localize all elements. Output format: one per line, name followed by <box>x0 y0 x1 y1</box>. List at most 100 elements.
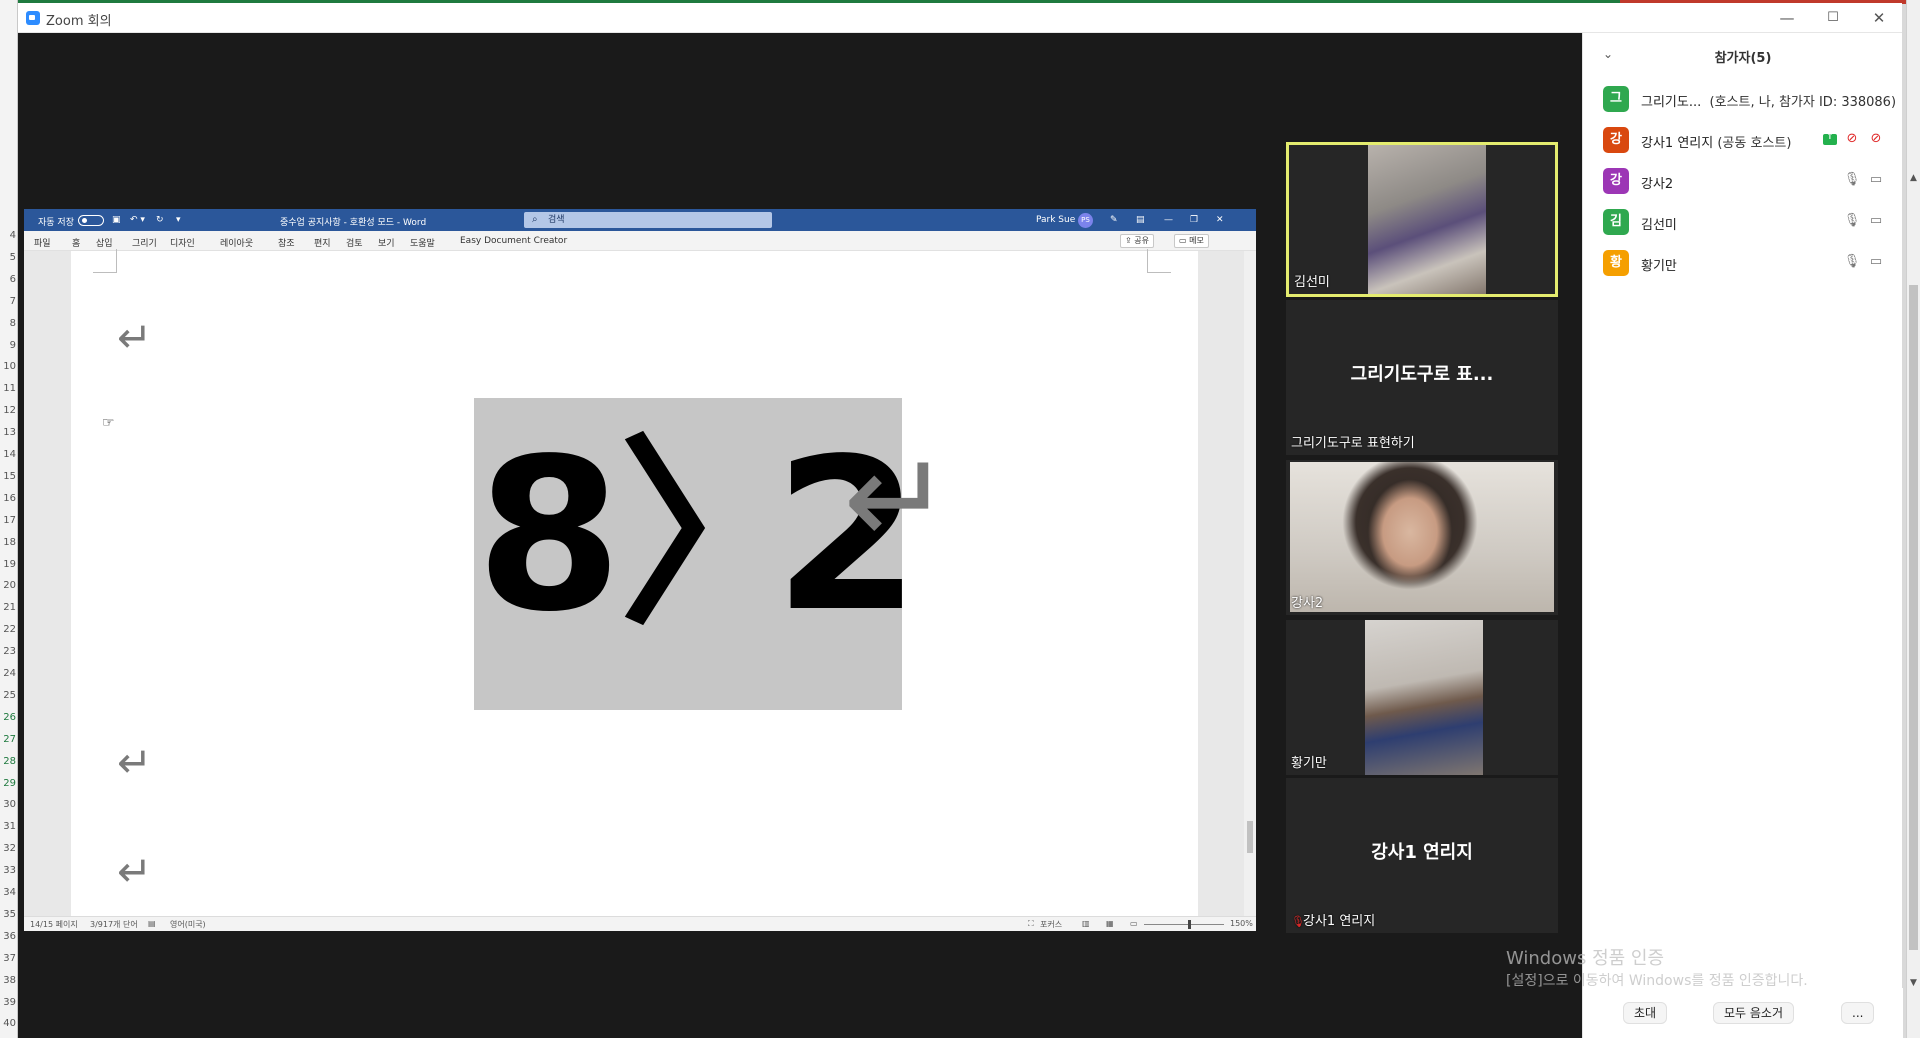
video-tile-instructor1[interactable]: 강사1 연리지 🎙강사1 연리지 <box>1286 778 1558 933</box>
share-label: 공유 <box>1134 236 1149 245</box>
word-minimize-icon[interactable]: — <box>1164 215 1173 225</box>
video-tile-kimseonmi[interactable]: 김선미 <box>1286 142 1558 297</box>
word-scroll-thumb[interactable] <box>1247 821 1253 853</box>
mute-all-button[interactable]: 모두 음소거 <box>1713 1002 1795 1024</box>
participant-avatar: 강 <box>1603 127 1629 153</box>
video-camera-icon[interactable]: ▭ <box>1867 213 1885 228</box>
comment-icon: ▭ <box>1179 236 1190 245</box>
video-tile-host[interactable]: 그리기도구로 표... 그리기도구로 표현하기 <box>1286 300 1558 455</box>
zoom-level[interactable]: 150% <box>1230 919 1253 928</box>
document-page[interactable]: ↵ 8 〉 2 ↵ ↵ ↵ <box>71 249 1198 916</box>
ribbon-tab[interactable]: 검토 <box>346 236 363 249</box>
word-status-bar: 14/15 페이지 3/917개 단어 ▤ 영어(미국) ⛶ 포커스 ▥ ▦ ▭… <box>24 916 1256 931</box>
zoom-slider[interactable] <box>1144 920 1224 929</box>
margin-corner-mark <box>93 249 117 273</box>
share-icon: ⇪ <box>1125 236 1135 245</box>
row-number: 29 <box>3 777 16 789</box>
focus-label[interactable]: 포커스 <box>1040 919 1062 930</box>
ribbon-tab[interactable]: Easy Document Creator <box>460 236 567 246</box>
tile-name: 그리기도구로 표현하기 <box>1291 436 1415 451</box>
tile-center-name: 그리기도구로 표... <box>1350 364 1494 385</box>
maximize-button[interactable]: ☐ <box>1810 3 1856 33</box>
mic-muted-icon: 🎙 <box>1291 915 1305 928</box>
language-indicator[interactable]: 영어(미국) <box>170 919 206 930</box>
video-camera-icon[interactable]: ▭ <box>1867 254 1885 269</box>
web-layout-icon[interactable]: ▭ <box>1130 919 1138 928</box>
user-avatar[interactable]: PS <box>1078 213 1093 228</box>
ribbon-tab[interactable]: 참조 <box>278 236 295 249</box>
tile-name: 김선미 <box>1294 275 1330 290</box>
video-tile-hwanggiman[interactable]: 황기만 <box>1286 620 1558 775</box>
participant-avatar: 강 <box>1603 168 1629 194</box>
minimize-button[interactable]: — <box>1764 3 1810 33</box>
row-number: 27 <box>3 733 16 745</box>
mic-icon[interactable]: 🎙 <box>1843 172 1861 187</box>
participant-name: 그리기도... <box>1641 95 1702 110</box>
participant-role: (공동 호스트) <box>1717 136 1792 151</box>
invite-button[interactable]: 초대 <box>1623 1002 1668 1024</box>
ribbon-tab[interactable]: 그리기 <box>132 236 157 249</box>
row-number: 26 <box>3 711 16 723</box>
autosave-toggle[interactable] <box>78 215 104 226</box>
mic-muted-icon[interactable]: ⊘ <box>1843 131 1861 146</box>
word-close-icon[interactable]: ✕ <box>1216 215 1224 225</box>
quick-access-menu-icon[interactable]: ▾ <box>176 215 181 225</box>
scroll-up-arrow-icon[interactable]: ▲ <box>1907 170 1920 186</box>
scrollbar-thumb[interactable] <box>1909 285 1918 950</box>
row-number: 23 <box>3 646 16 658</box>
row-number: 7 <box>9 295 16 307</box>
excel-row-headers: 4 5 6 7 8 9 10 11 12 13 14 15 16 17 18 19 20 21 22 23 24 25 26… <box>0 0 18 1038</box>
ribbon-tab[interactable]: 편지 <box>314 236 331 249</box>
participants-title: 참가자(5) <box>1714 51 1772 66</box>
row-number: 17 <box>3 514 16 526</box>
pen-icon[interactable]: ✎ <box>1110 215 1118 225</box>
close-button[interactable]: ✕ <box>1856 3 1902 33</box>
share-button[interactable]: ⇪ 공유 <box>1120 234 1154 248</box>
word-ribbon-tabs: ⇪ 공유 ▭ 메모 파일 홈 삽입 그리기 디자인 레이아웃 참조 편지 검토 보기 도움말 Easy… <box>24 231 1256 251</box>
word-restore-icon[interactable]: ❐ <box>1190 215 1198 225</box>
mic-icon[interactable]: 🎙 <box>1843 213 1861 228</box>
page-count[interactable]: 14/15 페이지 <box>30 919 78 930</box>
video-off-icon[interactable]: ⊘ <box>1867 131 1885 146</box>
ribbon-tab[interactable]: 디자인 <box>170 236 195 249</box>
video-tile-instructor2[interactable]: 강사2 <box>1286 460 1558 615</box>
shared-screen-word[interactable]: 자동 저장 ▣ ↶ ▾ ↻ ▾ 중수업 공지사항 - 호환성 모드 - Word… <box>24 209 1256 931</box>
participant-row[interactable]: 황 황기만 🎙 ▭ <box>1583 243 1903 283</box>
focus-icon[interactable]: ⛶ <box>1028 919 1034 929</box>
ribbon-display-icon[interactable]: ▤ <box>1136 215 1145 225</box>
selected-text-highlight[interactable]: 8 〉 2 <box>474 398 920 710</box>
row-number: 36 <box>3 930 16 942</box>
word-count[interactable]: 3/917개 단어 <box>90 919 138 930</box>
word-vertical-scrollbar[interactable] <box>1244 251 1256 916</box>
word-search-box[interactable]: ⌕ 검색 <box>524 212 772 228</box>
undo-icon[interactable]: ↶ ▾ <box>130 215 145 225</box>
participant-row[interactable]: 강 강사2 🎙 ▭ <box>1583 161 1903 201</box>
redo-icon[interactable]: ↻ <box>156 215 164 225</box>
ribbon-tab[interactable]: 파일 <box>34 236 51 249</box>
participant-row[interactable]: 그 그리기도... (호스트, 나, 참가자 ID: 338086) <box>1583 79 1903 119</box>
participant-avatar: 김 <box>1603 209 1629 235</box>
save-icon[interactable]: ▣ <box>112 215 121 225</box>
tile-name: 강사1 연리지 <box>1303 914 1376 929</box>
row-number: 28 <box>3 755 16 767</box>
more-options-button[interactable]: ... <box>1841 1002 1875 1024</box>
mic-icon[interactable]: 🎙 <box>1843 254 1861 269</box>
paragraph-mark-large-icon: ↵ <box>843 423 952 575</box>
proofing-icon[interactable]: ▤ <box>148 919 156 928</box>
row-number: 14 <box>3 449 16 460</box>
ribbon-tab[interactable]: 레이아웃 <box>220 236 253 249</box>
memo-button[interactable]: ▭ 메모 <box>1174 234 1209 248</box>
participant-name: 황기만 <box>1641 259 1677 274</box>
excel-vertical-scrollbar[interactable]: ▲ ▼ <box>1906 0 1920 1038</box>
video-camera-icon[interactable]: ▭ <box>1867 172 1885 187</box>
print-layout-icon[interactable]: ▦ <box>1106 919 1114 928</box>
participant-row[interactable]: 강 강사1 연리지 (공동 호스트) ⊘ ⊘ <box>1583 120 1903 160</box>
ribbon-tab[interactable]: 홈 <box>72 236 80 249</box>
scroll-down-arrow-icon[interactable]: ▼ <box>1907 975 1920 991</box>
ribbon-tab[interactable]: 삽입 <box>96 236 113 249</box>
participant-row[interactable]: 김 김선미 🎙 ▭ <box>1583 202 1903 242</box>
read-mode-icon[interactable]: ▥ <box>1082 919 1090 928</box>
ribbon-tab[interactable]: 보기 <box>378 236 395 249</box>
row-number: 24 <box>3 668 16 679</box>
ribbon-tab[interactable]: 도움말 <box>410 236 435 249</box>
